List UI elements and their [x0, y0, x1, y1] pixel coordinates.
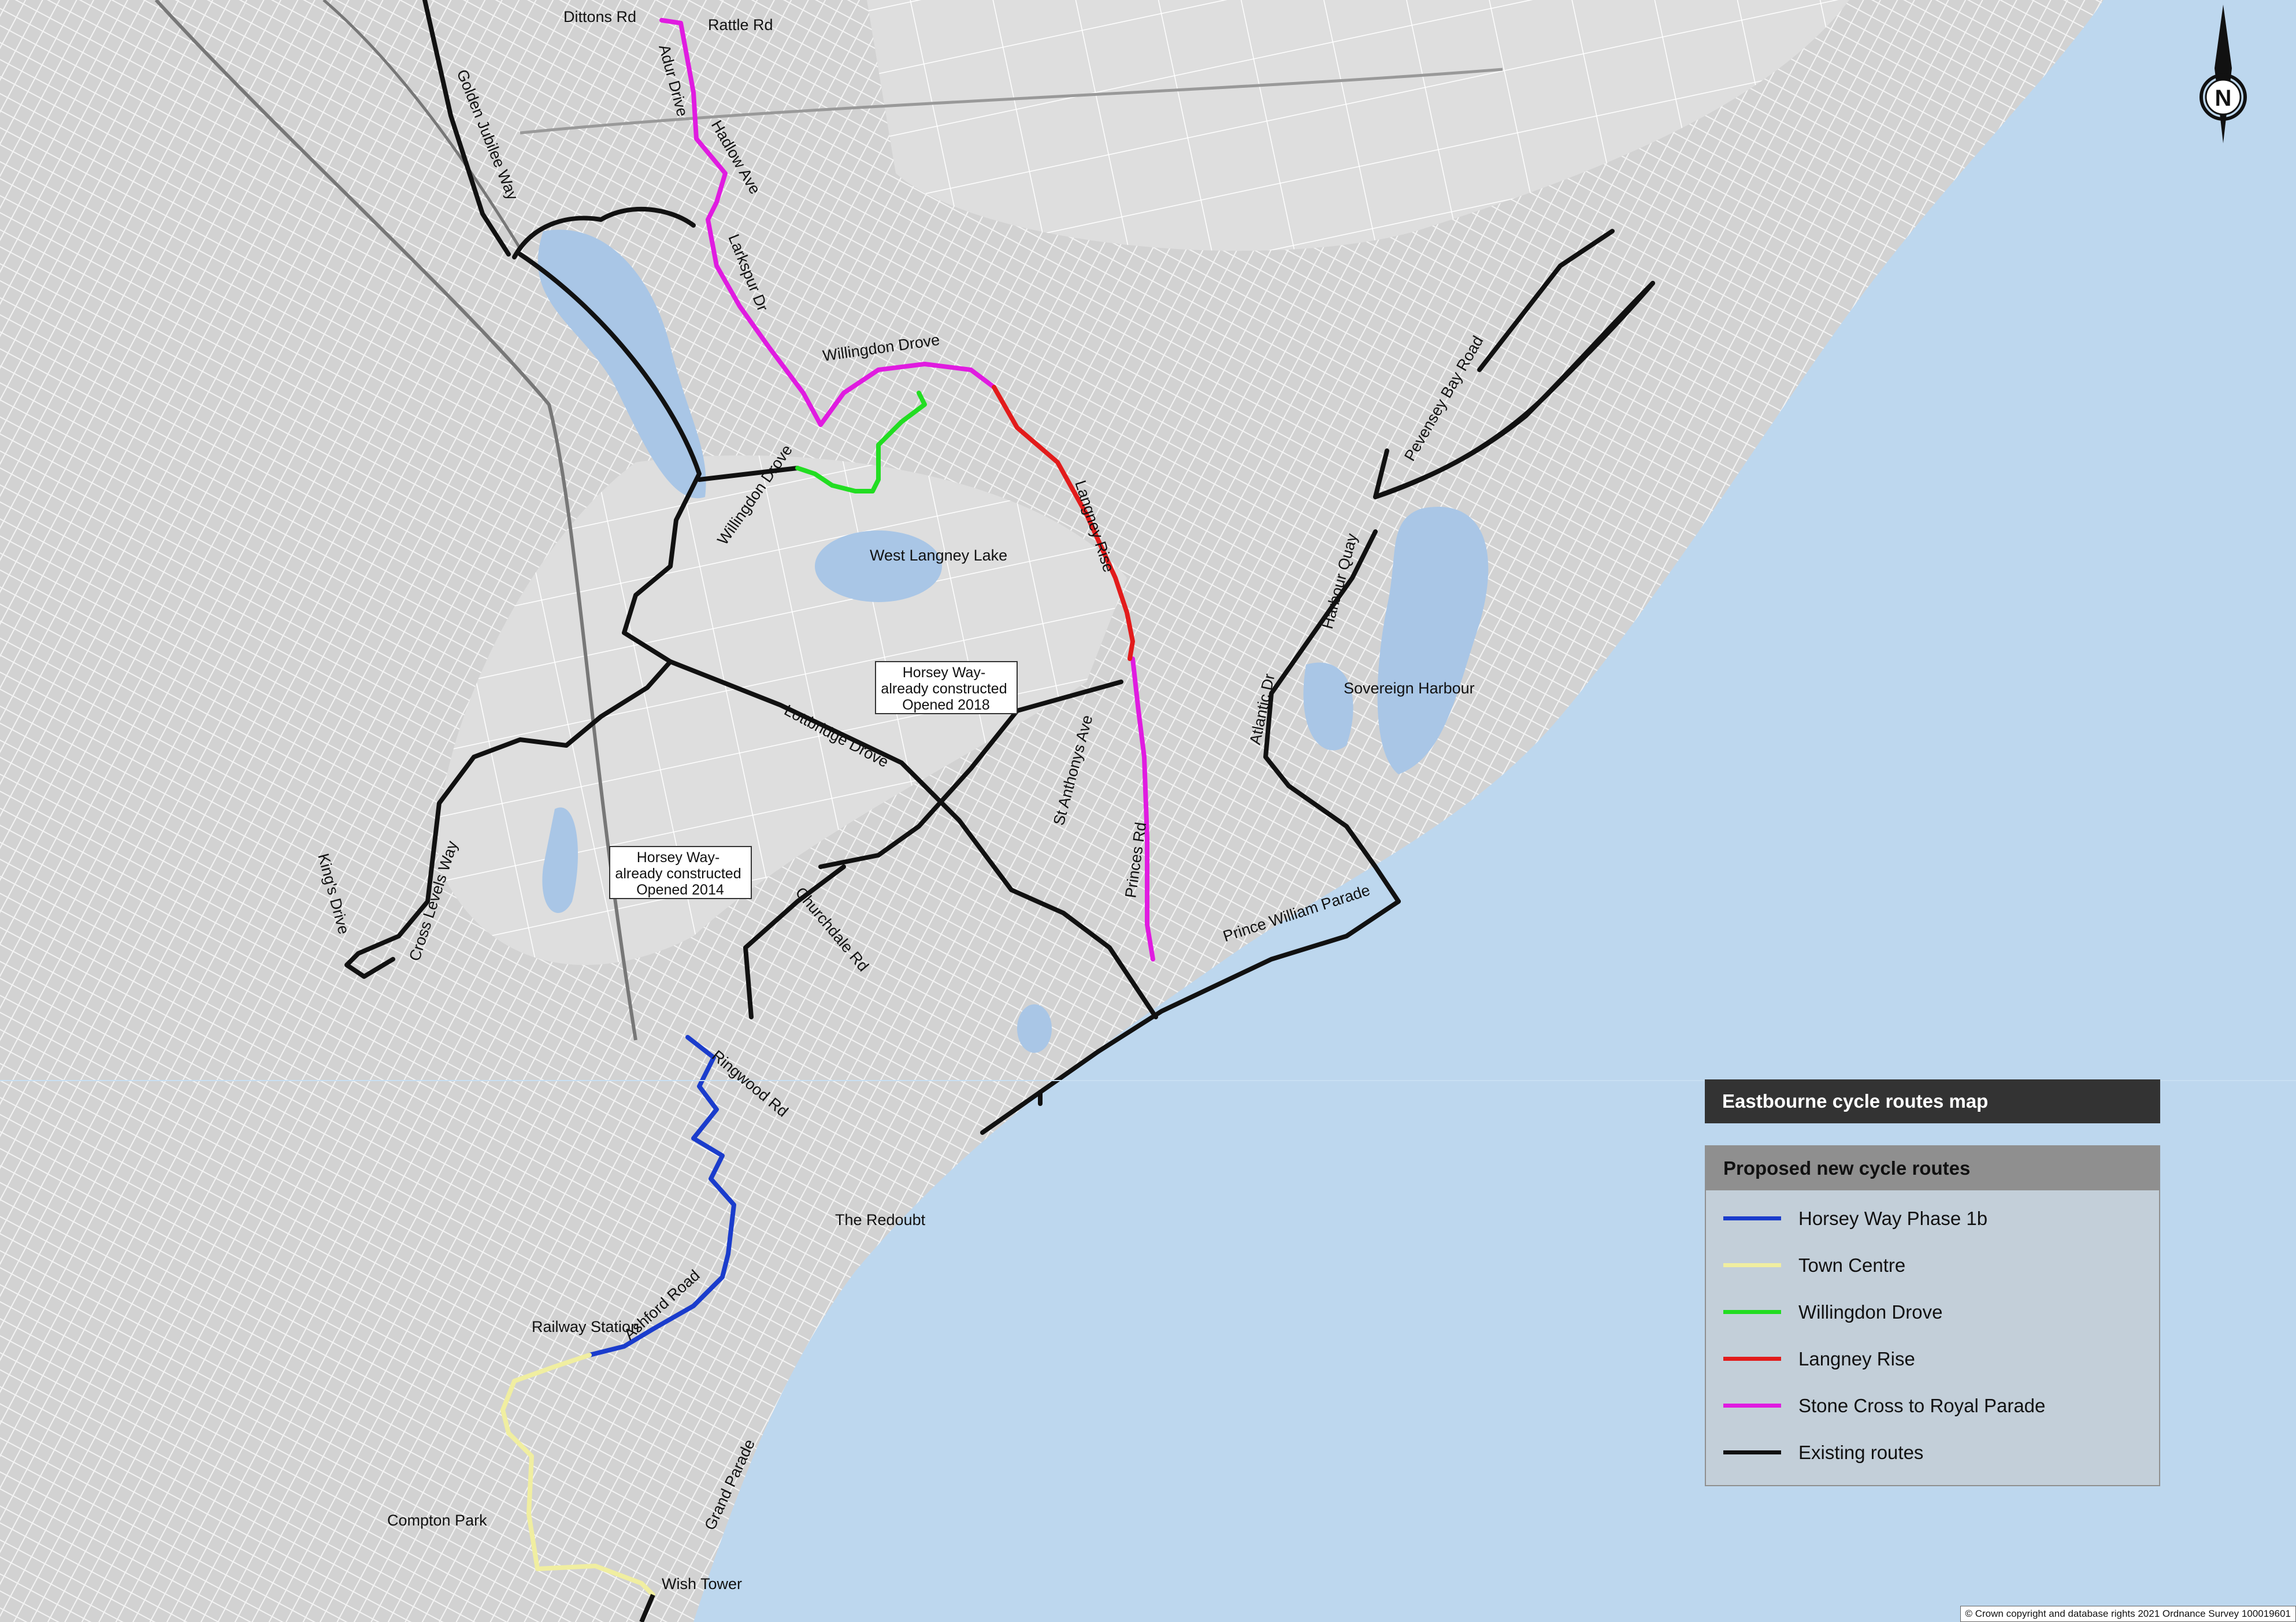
label-sovereign-harbour: Sovereign Harbour — [1344, 680, 1475, 697]
label-west-langney-lake: West Langney Lake — [870, 547, 1007, 564]
legend-item: Town Centre — [1706, 1242, 2159, 1289]
lake — [815, 530, 942, 602]
label-compton-park: Compton Park — [387, 1512, 487, 1529]
place-label-line: West Langney Lake — [870, 547, 1007, 564]
label-rattle-rd: Rattle Rd — [708, 16, 773, 34]
label-railway-station: Railway Station — [532, 1318, 639, 1335]
callout-horsey-way-2014: Horsey Way- already constructed Opened 2… — [609, 846, 752, 899]
lake — [1017, 1004, 1052, 1053]
callout-line: already constructed — [615, 866, 741, 882]
callout-line: Opened 2018 — [902, 697, 990, 713]
callout-line: Horsey Way- — [903, 665, 986, 681]
legend-panel: Proposed new cycle routes Horsey Way Pha… — [1705, 1145, 2160, 1486]
legend-label: Stone Cross to Royal Parade — [1798, 1394, 2046, 1416]
legend-swatch — [1723, 1357, 1781, 1361]
legend-title: Eastbourne cycle routes map — [1705, 1079, 2160, 1123]
legend-swatch — [1723, 1263, 1781, 1267]
legend-swatch — [1723, 1216, 1781, 1220]
label-wish-tower: Wish Tower — [662, 1575, 742, 1593]
callout-horsey-way-2018: Horsey Way- already constructed Opened 2… — [875, 661, 1018, 714]
legend-swatch — [1723, 1310, 1781, 1314]
legend-label: Horsey Way Phase 1b — [1798, 1207, 1988, 1229]
callout-line: already constructed — [881, 681, 1007, 697]
label-dittons-rd: Dittons Rd — [563, 8, 636, 25]
legend-label: Existing routes — [1798, 1441, 1924, 1463]
legend-header: Proposed new cycle routes — [1706, 1146, 2159, 1190]
north-arrow-icon: N — [2199, 5, 2247, 143]
legend-item: Langney Rise — [1706, 1335, 2159, 1382]
legend-label: Town Centre — [1798, 1254, 1906, 1276]
north-label: N — [2215, 86, 2232, 111]
legend-item: Existing routes — [1706, 1429, 2159, 1476]
legend-label: Willingdon Drove — [1798, 1301, 1943, 1323]
legend: Eastbourne cycle routes map Proposed new… — [1705, 1079, 2160, 1486]
legend-item: Horsey Way Phase 1b — [1706, 1195, 2159, 1242]
legend-label: Langney Rise — [1798, 1348, 1915, 1369]
legend-item: Willingdon Drove — [1706, 1289, 2159, 1335]
legend-swatch — [1723, 1450, 1781, 1454]
callout-line: Opened 2014 — [636, 882, 724, 898]
legend-item: Stone Cross to Royal Parade — [1706, 1382, 2159, 1429]
label-the-redoubt: The Redoubt — [835, 1211, 926, 1228]
place-label-line: Sovereign Harbour — [1344, 680, 1475, 697]
callout-line: Horsey Way- — [637, 849, 720, 866]
copyright-notice: © Crown copyright and database rights 20… — [1960, 1606, 2296, 1622]
legend-swatch — [1723, 1404, 1781, 1408]
